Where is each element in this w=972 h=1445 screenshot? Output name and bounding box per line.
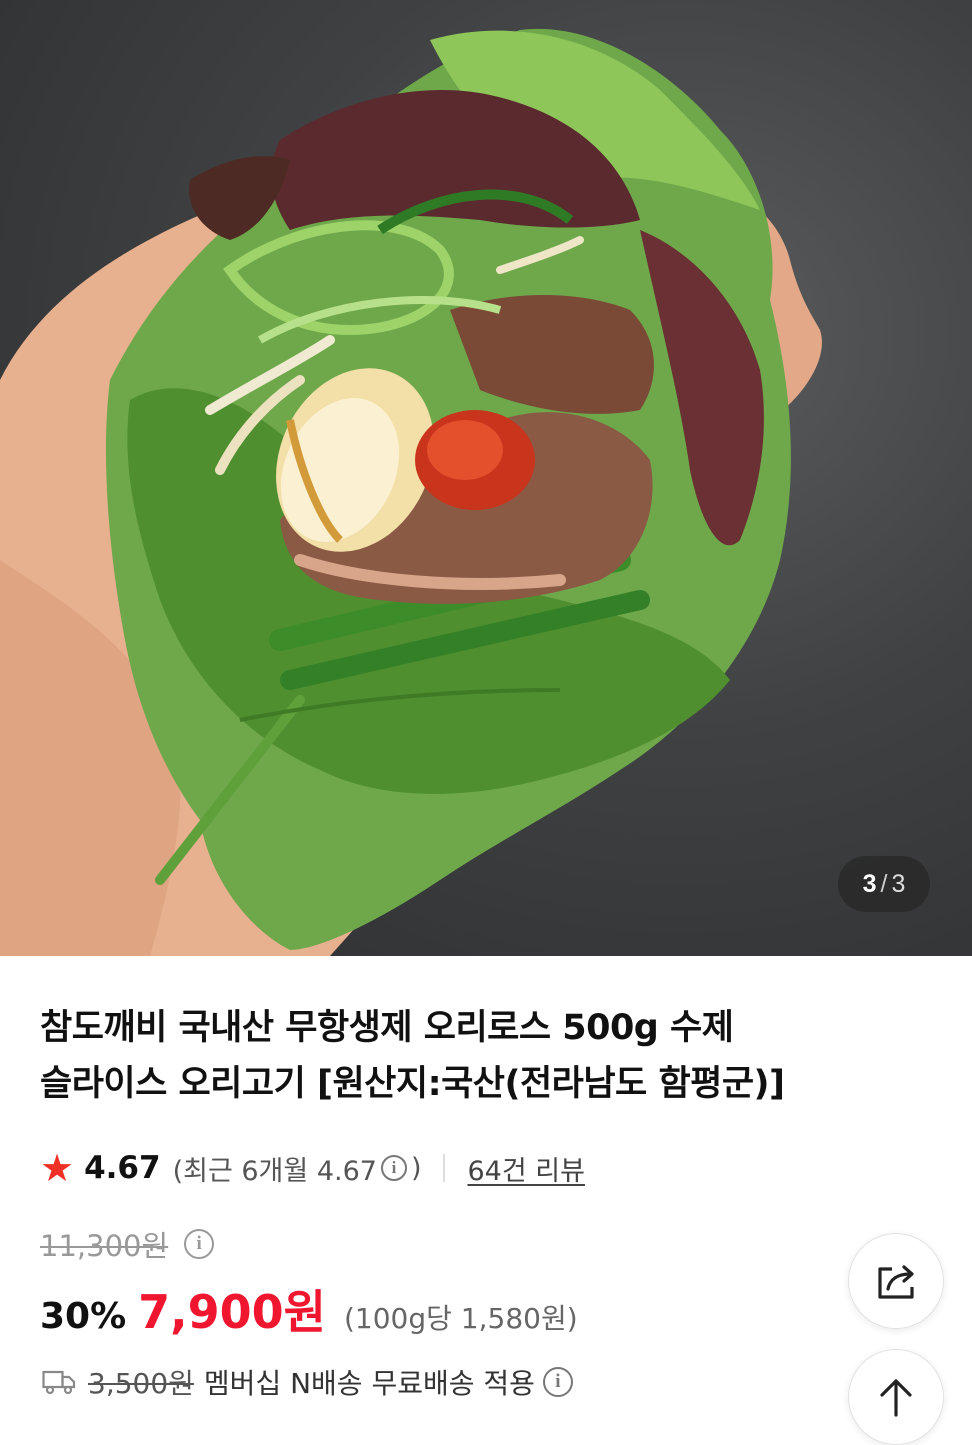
product-image[interactable]: 3 / 3 [0, 0, 972, 956]
recent-rating-text: (최근 6개월 4.67 [172, 1155, 377, 1187]
page-current: 3 [862, 869, 877, 898]
reviews-link[interactable]: 64건 리뷰 [467, 1149, 584, 1188]
info-icon[interactable]: i [380, 1155, 407, 1181]
recent-rating-close: ) [410, 1152, 422, 1184]
star-icon: ★ [40, 1146, 75, 1190]
share-icon [878, 1265, 914, 1299]
scroll-top-button[interactable] [848, 1349, 944, 1445]
price-info-icon[interactable]: i [184, 1229, 215, 1259]
shipping-row: 3,500원 멤버십 N배송 무료배송 적용 i [42, 1360, 577, 1404]
arrow-up-icon [880, 1379, 912, 1417]
recent-rating: (최근 6개월 4.67 i ) [173, 1149, 422, 1188]
page-separator: / [880, 869, 888, 898]
share-button[interactable] [848, 1233, 944, 1329]
divider [443, 1154, 446, 1182]
product-title: 참도깨비 국내산 무항생제 오리로스 500g 수제 슬라이스 오리고기 [원산… [40, 1000, 840, 1112]
product-title-line-2: 슬라이스 오리고기 [원산지:국산(전라남도 함평군)] [40, 1064, 785, 1104]
sale-price-row: 30% 7,900원 (100g당 1,580원) [40, 1276, 578, 1339]
original-price: 11,300원 [40, 1229, 169, 1263]
product-title-line-1: 참도깨비 국내산 무항생제 오리로스 500g 수제 [40, 1008, 734, 1048]
shipping-old-fee: 3,500원 [88, 1367, 194, 1400]
lettuce-wrap-photo [0, 28, 822, 956]
original-price-row: 11,300원 i [40, 1222, 218, 1266]
truck-icon [42, 1369, 76, 1395]
discount-rate: 30% [40, 1296, 127, 1337]
page-total: 3 [891, 869, 906, 898]
sale-price: 7,900원 [138, 1285, 326, 1339]
unit-price: (100g당 1,580원) [344, 1302, 578, 1335]
shipping-text: 멤버십 N배송 무료배송 적용 [203, 1367, 535, 1400]
rating-row: ★ 4.67 (최근 6개월 4.67 i ) 64건 리뷰 [40, 1146, 585, 1190]
shipping-info-icon[interactable]: i [542, 1367, 573, 1397]
rating-value: 4.67 [84, 1150, 161, 1186]
image-page-indicator: 3 / 3 [838, 856, 930, 912]
